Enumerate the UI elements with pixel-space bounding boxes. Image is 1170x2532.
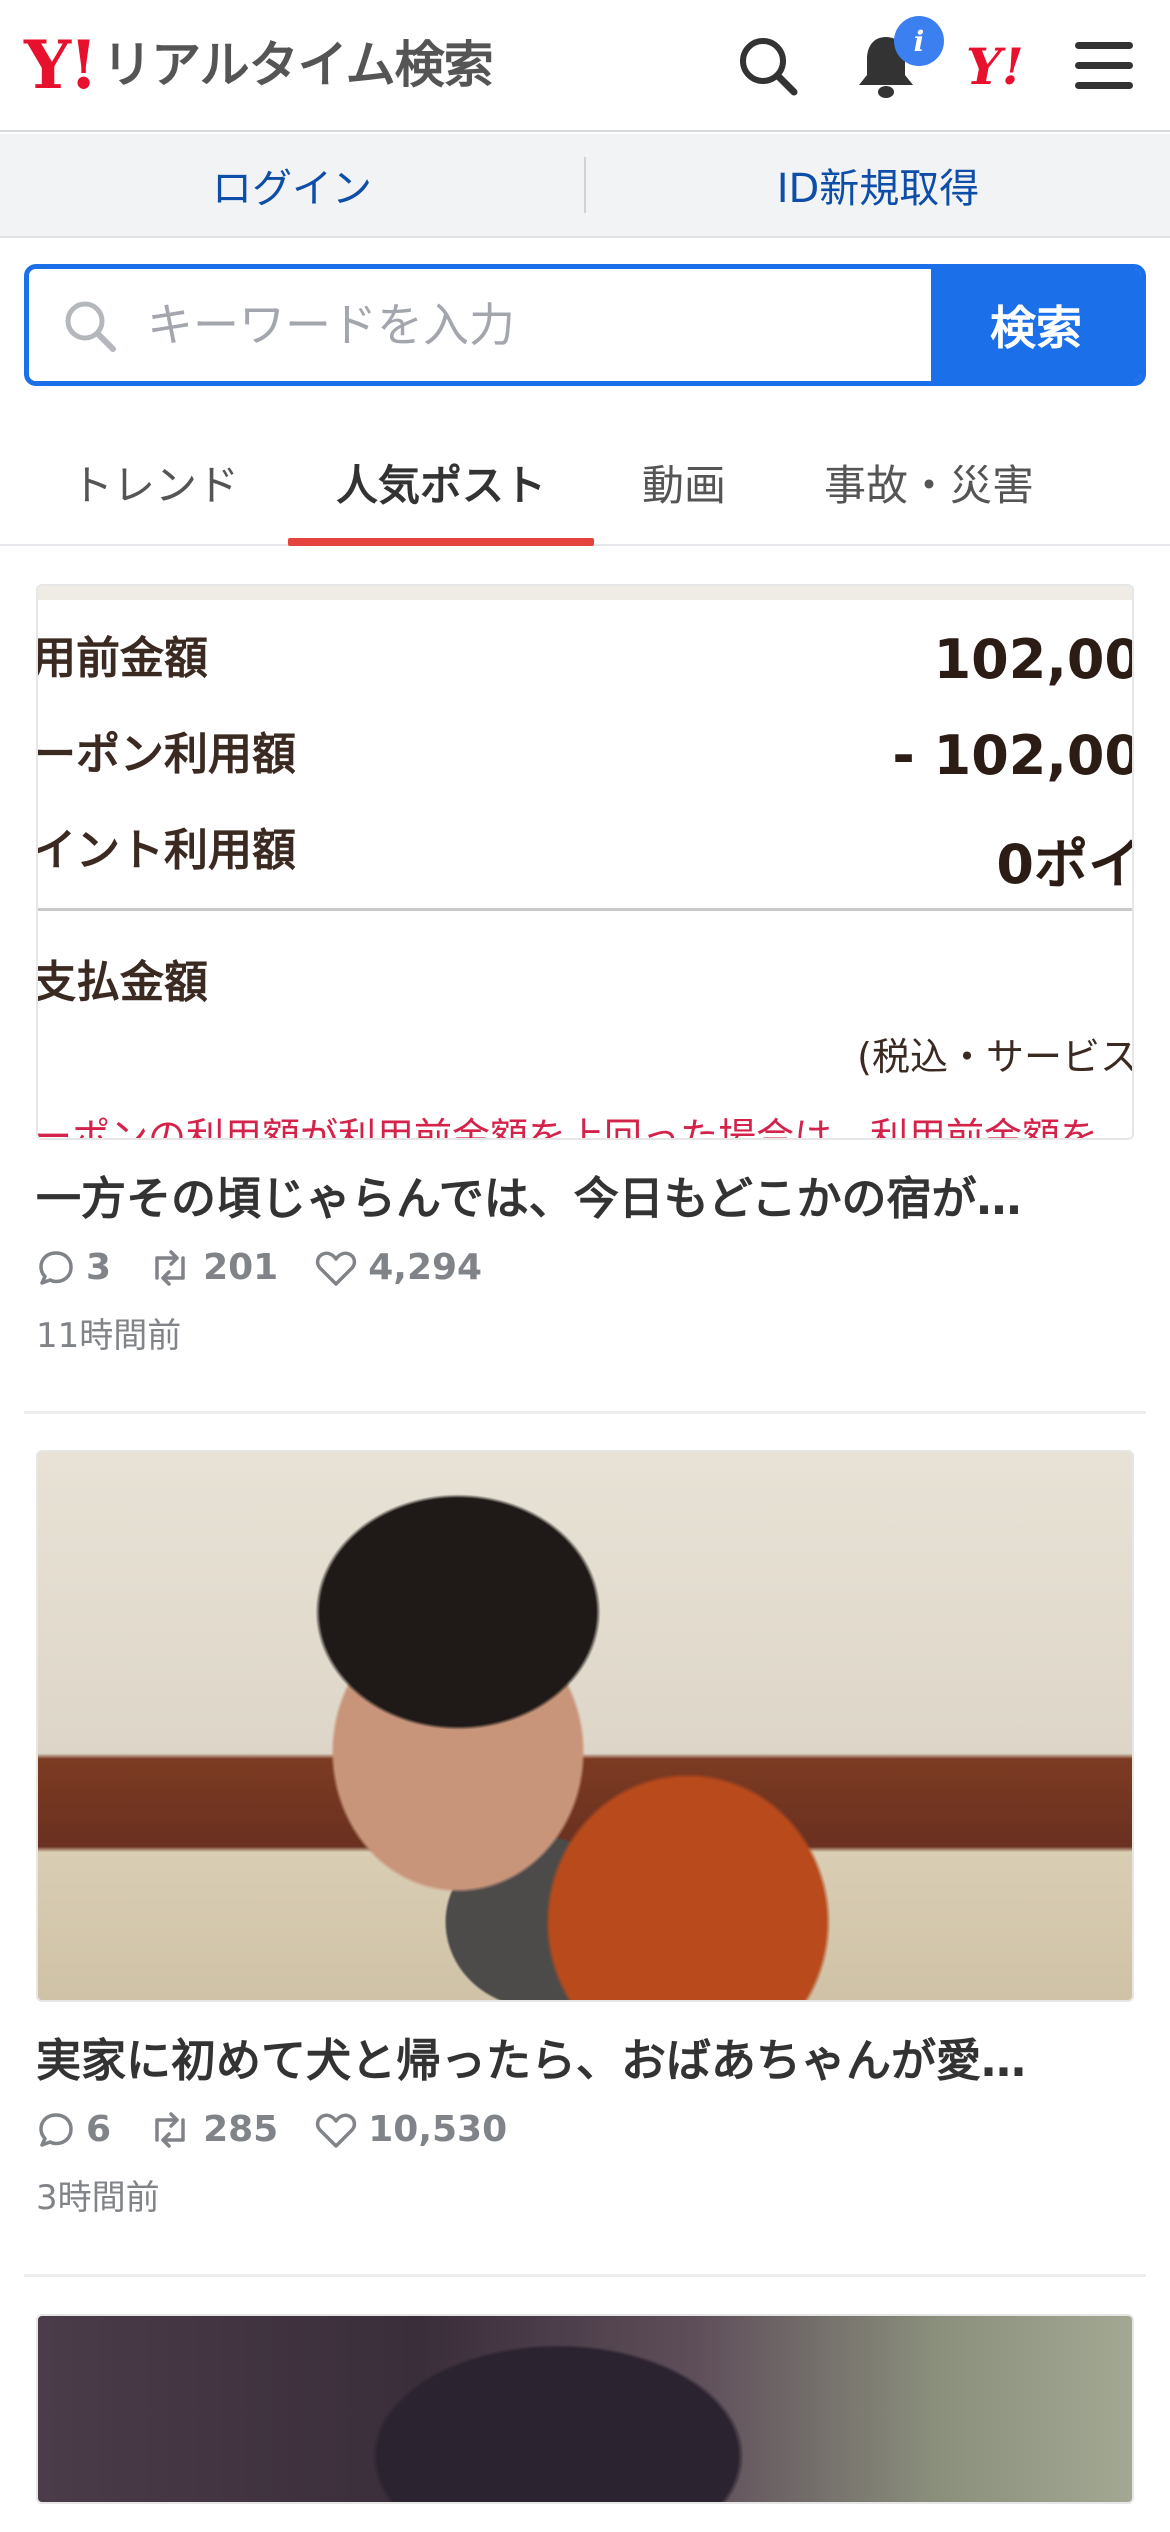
heart-icon (316, 1251, 357, 1286)
post-title[interactable]: 実家に初めて犬と帰ったら、おばあちゃんが愛… (36, 2024, 1134, 2089)
tab-accidents-disasters[interactable]: 事故・災害 (796, 420, 1062, 544)
search-form: 検索 (24, 264, 1146, 386)
hamburger-menu-icon[interactable] (1064, 26, 1144, 106)
post-timestamp: 11時間前 (36, 1316, 182, 1356)
receipt-row: ーポン利用額 - 102,00 (38, 718, 1132, 798)
yahoo-japan-icon[interactable]: Y! (966, 32, 1024, 102)
post-image-receipt[interactable]: 用前金額 102,00 ーポン利用額 - 102,00 イント利用額 0ポイ 支… (36, 584, 1134, 1140)
receipt-row-value: 0ポイ (996, 833, 1134, 896)
register-link[interactable]: ID新規取得 (586, 156, 1170, 214)
repost-count: 285 (147, 2109, 278, 2150)
search-button[interactable]: 検索 (931, 269, 1141, 381)
yahoo-logo-mark: Y! (24, 26, 98, 104)
post-separator (24, 1411, 1146, 1414)
reply-count: 6 (36, 2109, 111, 2150)
reply-icon (39, 2112, 73, 2147)
receipt-total-label: 支払金額 (36, 957, 208, 1008)
post-image-photo[interactable] (36, 1450, 1134, 2002)
search-icon[interactable] (728, 26, 808, 106)
tab-popular-posts[interactable]: 人気ポスト (288, 420, 594, 546)
repost-count: 201 (147, 1247, 278, 1288)
repost-icon (155, 1249, 185, 1286)
like-count: 4,294 (314, 1247, 482, 1288)
login-link[interactable]: ログイン (0, 156, 584, 214)
search-field-icon (61, 297, 119, 359)
yahoo-realtime-logo[interactable]: Y! リアルタイム検索 (24, 26, 494, 104)
post-timestamp: 3時間前 (36, 2178, 160, 2218)
post-card[interactable]: 実家に初めて犬と帰ったら、おばあちゃんが愛… 6 285 10,530 3時間前 (36, 1450, 1134, 2219)
reply-count-value: 3 (86, 1247, 112, 1288)
category-tabs: トレンド 人気ポスト 動画 事故・災害 (0, 420, 1170, 546)
post-card[interactable]: 用前金額 102,00 ーポン利用額 - 102,00 イント利用額 0ポイ 支… (36, 584, 1134, 1357)
receipt-row-value: - 102,00 (892, 724, 1134, 787)
repost-count-value: 285 (203, 2109, 279, 2150)
like-count-value: 10,530 (368, 2109, 508, 2150)
repost-count-value: 201 (203, 1247, 279, 1288)
post-card[interactable] (36, 2314, 1134, 2504)
receipt-red-notice: ーポンの利用額が利用前金額を上回った場合は、利用前金額を (36, 1115, 1099, 1140)
post-title[interactable]: 一方その頃じゃらんでは、今日もどこかの宿が… (36, 1162, 1134, 1227)
reply-icon (39, 1250, 73, 1285)
like-count: 10,530 (314, 2109, 507, 2150)
receipt-divider (38, 908, 1132, 911)
account-bar: ログイン ID新規取得 (0, 134, 1170, 238)
reply-count: 3 (36, 1247, 111, 1288)
receipt-top-strip (38, 586, 1132, 600)
receipt-row-value: 102,00 (933, 628, 1134, 691)
repost-icon (155, 2111, 185, 2148)
receipt-note: (税込・サービス (857, 1035, 1134, 1079)
post-separator (24, 2274, 1146, 2277)
post-stats: 6 285 10,530 (36, 2109, 1134, 2150)
post-image-photo[interactable] (36, 2314, 1134, 2504)
receipt-row-label: イント利用額 (36, 825, 296, 876)
tab-videos[interactable]: 動画 (604, 420, 764, 544)
receipt-row: 用前金額 102,00 (38, 622, 1132, 702)
post-stats: 3 201 4,294 (36, 1247, 1134, 1288)
app-header: Y! リアルタイム検索 i Y! (0, 0, 1170, 132)
notification-badge: i (894, 16, 944, 66)
search-input[interactable] (29, 269, 931, 381)
logo-title: リアルタイム検索 (102, 36, 493, 94)
search-input-wrapper (29, 269, 931, 381)
heart-icon (316, 2113, 357, 2148)
receipt-row-label: 用前金額 (36, 633, 208, 684)
receipt-row-label: ーポン利用額 (36, 729, 296, 780)
like-count-value: 4,294 (368, 1247, 483, 1288)
reply-count-value: 6 (86, 2109, 112, 2150)
receipt-row: イント利用額 0ポイ (36, 814, 1132, 896)
tab-trend[interactable]: トレンド (40, 420, 270, 544)
